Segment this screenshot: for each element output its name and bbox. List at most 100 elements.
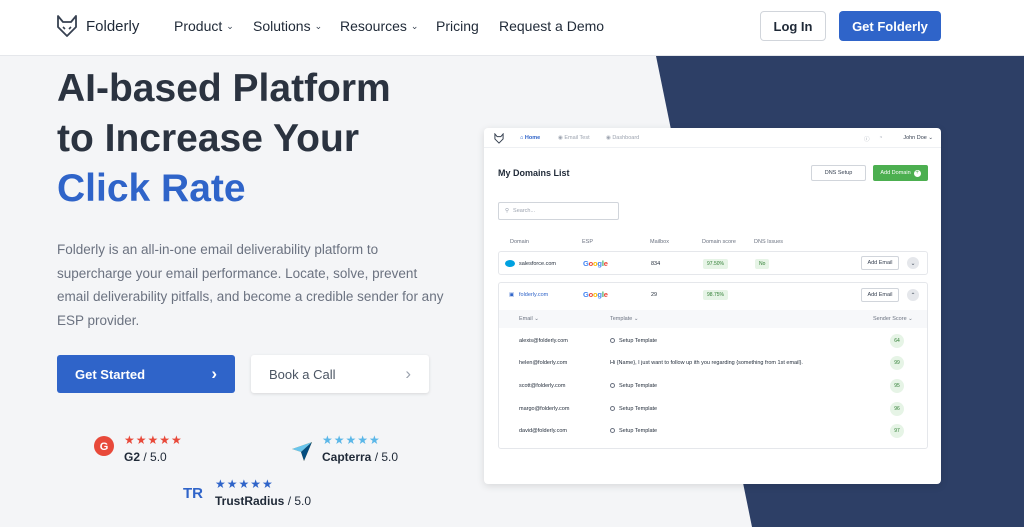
mailbox-count: 834 — [651, 261, 661, 267]
search-icon: ⚲ — [505, 208, 510, 214]
plus-circle-icon: + — [913, 169, 921, 177]
sub-col-email[interactable]: Email ⌄ — [519, 316, 539, 322]
dashboard-preview: ⌂ Home ◉ Email Test ◉ Dashboard ⓘ ◔ John… — [484, 128, 941, 484]
email-template[interactable]: Setup Template — [610, 428, 657, 434]
sub-col-sender-score[interactable]: Sender Score ⌄ — [873, 316, 913, 322]
hero-title-line1: AI-based Platform — [57, 67, 391, 110]
email-address: scott@folderly.com — [519, 383, 566, 389]
get-started-button[interactable]: Get Started › — [57, 355, 235, 393]
nav-item-resources[interactable]: Resources ⌄ — [340, 18, 418, 34]
domain-row[interactable]: salesforce.com Google 834 97.50% No Add … — [498, 251, 928, 275]
google-logo: Google — [583, 259, 608, 268]
rating-name: TrustRadius — [215, 494, 285, 508]
nav-item-product[interactable]: Product ⌄ — [174, 18, 234, 34]
capterra-logo-icon — [292, 442, 312, 461]
dash-nav-label: Email Test — [564, 135, 590, 141]
dash-nav-email-test[interactable]: ◉ Email Test — [558, 135, 590, 141]
rating-capterra: ★★★★★ Capterra / 5.0 — [290, 433, 398, 464]
rating-name: G2 — [124, 450, 141, 464]
email-template[interactable]: Setup Template — [610, 406, 657, 412]
nav-item-pricing[interactable]: Pricing — [436, 18, 479, 34]
rating-label: Capterra / 5.0 — [322, 450, 399, 464]
svg-text:TR: TR — [183, 485, 203, 502]
chevron-up-icon[interactable]: ⌃ — [907, 289, 919, 301]
dns-issues-badge: No — [755, 259, 770, 269]
hero-description: Folderly is an all-in-one email delivera… — [57, 242, 444, 328]
add-domain-label: Add Domain — [880, 170, 911, 176]
email-subtable-header: Email ⌄ Template ⌄ Sender Score ⌄ — [499, 310, 927, 328]
rating-score: 5.0 — [381, 450, 399, 464]
book-call-button[interactable]: Book a Call › — [251, 355, 429, 393]
google-logo: Google — [583, 290, 608, 299]
user-menu[interactable]: John Doe ⌄ — [903, 135, 933, 141]
template-label: Setup Template — [619, 338, 658, 344]
rating-stars: ★★★★★ — [124, 433, 183, 447]
sub-col-label: Email — [519, 316, 533, 322]
dash-nav-dashboard[interactable]: ◉ Dashboard — [606, 135, 639, 141]
salesforce-icon — [505, 260, 515, 269]
dash-nav-label: Dashboard — [612, 135, 640, 141]
nav-item-label: Resources — [340, 18, 407, 34]
rating-g2: G ★★★★★ G2 / 5.0 — [92, 433, 183, 464]
chevron-down-icon: ⌄ — [410, 20, 419, 31]
book-call-label: Book a Call — [269, 366, 336, 382]
sender-score-badge: 97 — [890, 424, 904, 438]
email-address: alexis@folderly.com — [519, 338, 568, 344]
nav-item-label: Pricing — [436, 18, 479, 34]
email-template[interactable]: Hi {Name}, I just want to follow up ith … — [610, 360, 803, 366]
fox-logo-icon — [494, 133, 504, 144]
rating-label: G2 / 5.0 — [124, 450, 167, 464]
add-email-button[interactable]: Add Email — [861, 256, 899, 270]
col-header-domain-score: Domain score — [702, 239, 736, 245]
domains-list-title: My Domains List — [498, 168, 570, 178]
sub-col-template[interactable]: Template ⌄ — [610, 316, 638, 322]
dash-nav-home[interactable]: ⌂ Home — [520, 135, 540, 141]
nav-item-label: Request a Demo — [499, 18, 605, 34]
template-label: Setup Template — [619, 406, 658, 412]
mailbox-count: 29 — [651, 292, 658, 298]
hero-title-accent: Click Rate — [57, 167, 246, 210]
nav-item-solutions[interactable]: Solutions ⌄ — [253, 18, 322, 34]
fox-logo-icon — [57, 15, 77, 37]
add-domain-button[interactable]: Add Domain + — [873, 165, 928, 181]
rating-score: 5.0 — [150, 450, 167, 464]
radio-icon — [610, 428, 615, 434]
email-template[interactable]: Setup Template — [610, 338, 657, 344]
rating-stars: ★★★★★ — [322, 433, 381, 447]
chevron-down-icon[interactable]: ⌄ — [907, 257, 919, 269]
get-folderly-button[interactable]: Get Folderly — [839, 11, 941, 41]
col-header-mailbox: Mailbox — [650, 239, 669, 245]
chevron-right-icon: › — [405, 364, 411, 383]
domain-score-badge: 97.50% — [703, 259, 728, 269]
sender-score-badge: 64 — [890, 334, 904, 348]
rating-stars: ★★★★★ — [215, 477, 274, 491]
email-template[interactable]: Setup Template — [610, 383, 657, 389]
radio-icon — [610, 406, 615, 412]
help-icon[interactable]: ⓘ — [864, 135, 870, 143]
rating-score: 5.0 — [294, 494, 312, 508]
trustradius-logo-icon: TR — [183, 485, 203, 502]
search-placeholder: Search... — [513, 208, 536, 214]
domain-score-badge: 98.75% — [703, 290, 728, 300]
chevron-right-icon: › — [211, 364, 217, 383]
user-name: John Doe — [903, 135, 927, 141]
login-button[interactable]: Log In — [760, 11, 826, 41]
radio-icon — [610, 338, 615, 344]
rating-name: Capterra — [322, 450, 372, 464]
add-email-button[interactable]: Add Email — [861, 288, 899, 302]
template-label: Setup Template — [619, 383, 658, 389]
nav-item-request-demo[interactable]: Request a Demo — [499, 18, 604, 34]
brand-logo[interactable]: Folderly — [56, 14, 139, 38]
sender-score-badge: 96 — [890, 402, 904, 416]
email-address: margo@folderly.com — [519, 406, 570, 412]
brand-name: Folderly — [86, 17, 140, 35]
hero-title: AI-based Platform to Increase Your Click… — [57, 64, 391, 214]
dns-setup-button[interactable]: DNS Setup — [811, 165, 866, 181]
dashboard-topbar: ⌂ Home ◉ Email Test ◉ Dashboard ⓘ ◔ John… — [484, 128, 941, 148]
sub-col-label: Sender Score — [873, 316, 907, 322]
domain-search-input[interactable]: ⚲ Search... — [498, 202, 619, 220]
notification-icon[interactable]: ◔ — [879, 135, 882, 141]
radio-icon — [610, 383, 615, 389]
nav-item-label: Solutions — [253, 18, 311, 34]
col-header-esp: ESP — [582, 239, 594, 245]
